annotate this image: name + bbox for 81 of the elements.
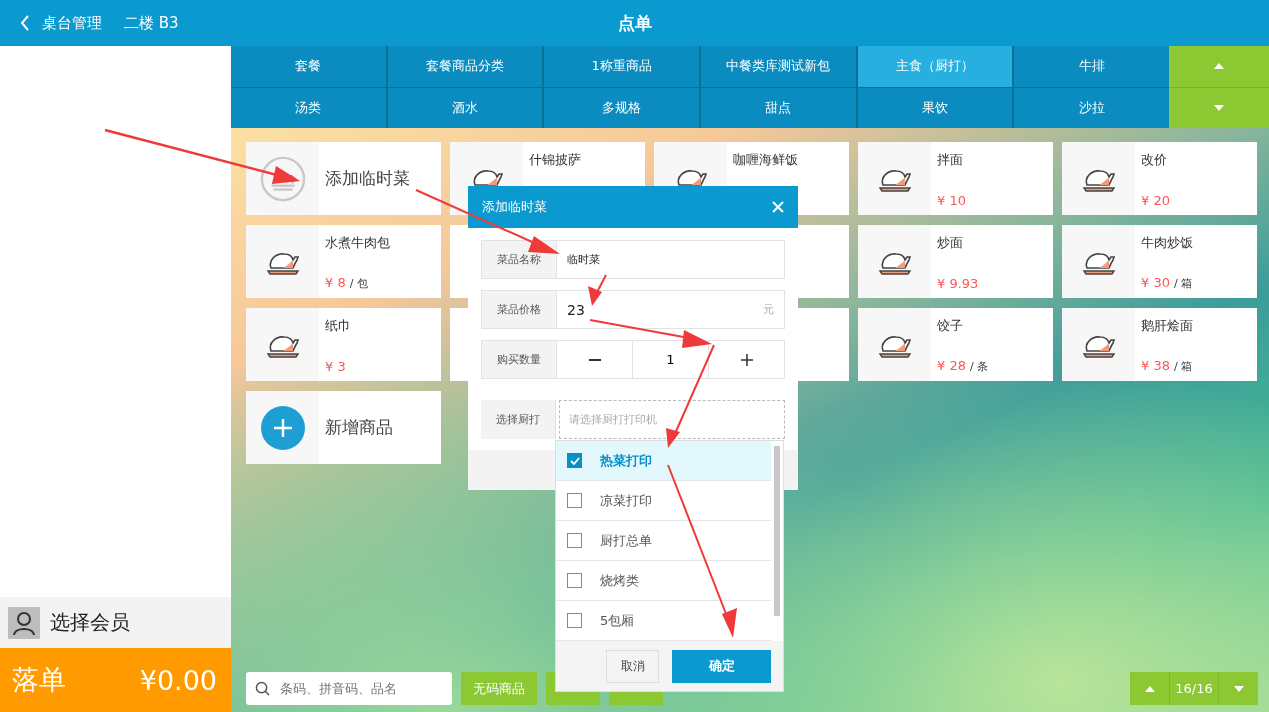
checkbox[interactable] (567, 493, 582, 508)
product-unit: / 条 (969, 359, 989, 374)
product-card[interactable]: 添加临时菜 (246, 142, 441, 215)
product-price: ¥ 30 (1141, 275, 1170, 290)
down-triangle-icon (1233, 685, 1244, 692)
cancel-button[interactable]: 取消 (606, 649, 659, 683)
up-triangle-icon (1214, 63, 1224, 70)
product-unit: / 箱 (1173, 276, 1193, 291)
category-tab[interactable]: 牛排 (1014, 46, 1169, 87)
product-price: ¥ 28 (937, 358, 966, 373)
product-name: 鹅肝烩面 (1141, 317, 1193, 335)
product-card[interactable]: 拌面 ¥ 10 (858, 142, 1053, 215)
total-amount: ¥0.00 (139, 664, 217, 696)
search-icon (255, 681, 270, 696)
product-card[interactable]: 改价 ¥ 20 (1062, 142, 1257, 215)
product-card[interactable]: 牛肉炒饭 ¥ 30 / 箱 (1062, 225, 1257, 298)
product-card[interactable]: 鹅肝烩面 ¥ 38 / 箱 (1062, 308, 1257, 381)
product-card[interactable]: 炒面 ¥ 9.93 (858, 225, 1053, 298)
printer-option[interactable]: 凉菜打印 (556, 481, 771, 521)
scrollbar[interactable] (774, 446, 780, 616)
product-name: 水煮牛肉包 (325, 234, 390, 252)
category-tab[interactable]: 甜点 (701, 87, 856, 128)
category-tab[interactable]: 1称重商品 (544, 46, 699, 87)
product-name: 新增商品 (325, 416, 393, 439)
category-tab[interactable]: 套餐商品分类 (387, 46, 543, 87)
checkbox[interactable] (567, 573, 582, 588)
product-price: ¥ 3 (325, 359, 346, 374)
option-label: 热菜打印 (600, 451, 652, 470)
product-name: 炒面 (937, 234, 964, 252)
category-tab[interactable]: 果饮 (857, 87, 1013, 128)
category-tab[interactable]: 沙拉 (1014, 87, 1169, 128)
product-name: 拌面 (937, 151, 964, 169)
search-field[interactable]: 条码、拼音码、品名 (246, 672, 452, 705)
dialog-title: 添加临时菜 (482, 198, 547, 216)
person-icon (8, 606, 40, 639)
category-tab[interactable]: 套餐 (231, 46, 386, 87)
printer-option[interactable]: 烧烤类 (556, 561, 771, 601)
category-tab[interactable]: 汤类 (231, 87, 386, 128)
checkbox[interactable] (567, 613, 582, 628)
product-card[interactable]: 水煮牛肉包 ¥ 8 / 包 (246, 225, 441, 298)
page-title: 点单 (617, 11, 652, 35)
placeholder-text: 请选择厨打打印机 (569, 412, 657, 427)
product-price: ¥ 20 (1141, 193, 1170, 208)
product-price: ¥ 8 (325, 275, 346, 290)
product-price: ¥ 38 (1141, 358, 1170, 373)
up-triangle-icon (1144, 685, 1155, 692)
down-triangle-icon (1214, 104, 1224, 111)
option-label: 5包厢 (600, 611, 635, 630)
product-price: ¥ 10 (937, 193, 966, 208)
option-label: 厨打总单 (600, 531, 652, 550)
member-row[interactable]: 选择会员 (0, 597, 231, 648)
product-name: 什锦披萨 (529, 151, 581, 169)
member-label: 选择会员 (50, 609, 130, 636)
option-label: 凉菜打印 (600, 491, 652, 510)
checkbox[interactable] (567, 453, 582, 468)
product-name: 牛肉炒饭 (1141, 234, 1193, 252)
checkout-label: 落单 (12, 663, 66, 697)
product-name: 改价 (1141, 151, 1168, 169)
page-indicator: 16/16 (1174, 680, 1214, 698)
product-name: 咖喱海鲜饭 (733, 151, 798, 169)
field-label: 选择厨打 (481, 400, 556, 439)
table-label: 二楼 B3 (124, 13, 179, 33)
product-unit: / 箱 (1173, 359, 1193, 374)
plus-icon (260, 405, 305, 450)
category-tab[interactable]: 多规格 (544, 87, 699, 128)
product-card[interactable]: 纸巾 ¥ 3 (246, 308, 441, 381)
option-label: 烧烤类 (600, 571, 639, 590)
product-name: 添加临时菜 (325, 167, 410, 190)
checkbox[interactable] (567, 533, 582, 548)
back-icon[interactable] (20, 15, 30, 31)
product-name: 饺子 (937, 317, 964, 335)
product-name: 纸巾 (325, 317, 351, 335)
close-icon[interactable] (772, 201, 784, 213)
product-unit: / 包 (349, 276, 368, 291)
cloche-icon (259, 155, 306, 202)
category-tab[interactable]: 中餐类库测试新包 (701, 46, 856, 87)
product-card[interactable]: 饺子 ¥ 28 / 条 (858, 308, 1053, 381)
printer-option[interactable]: 厨打总单 (556, 521, 771, 561)
category-tab[interactable]: 酒水 (387, 87, 543, 128)
product-price: ¥ 9.93 (937, 276, 979, 291)
product-card[interactable]: 新增商品 (246, 391, 441, 464)
